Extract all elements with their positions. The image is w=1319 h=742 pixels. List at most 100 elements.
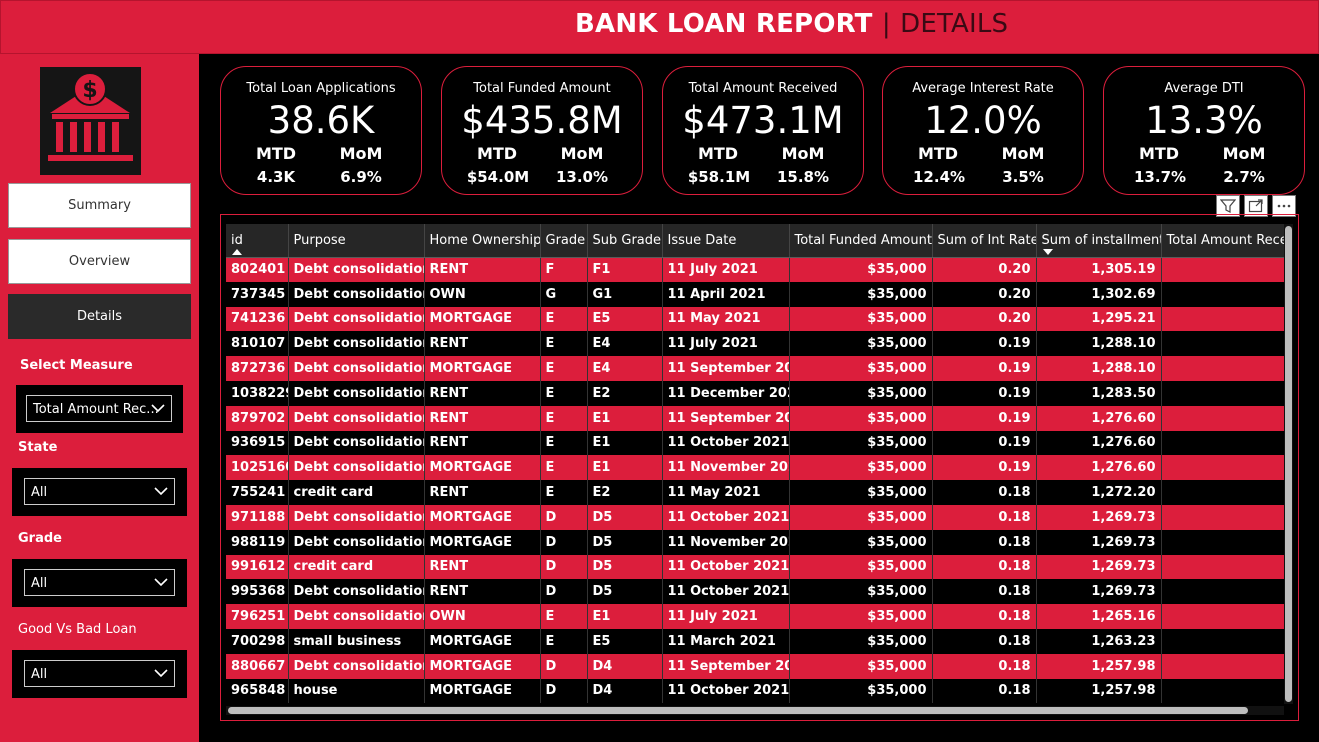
table-row[interactable]: 971188 Debt consolidation MORTGAGE D D5 11 Oc… — [226, 504, 1284, 530]
col-sum-of-int-rate-cell: 0.19 — [932, 430, 1037, 456]
select-measure-slicer: Total Amount Rec... — [16, 385, 183, 433]
kpi-mom-value: 15.8% — [776, 168, 830, 186]
col-grade-cell: E — [540, 628, 588, 654]
col-grade-cell: E — [540, 430, 588, 456]
table-row[interactable]: 810107 Debt consolidation RENT E E4 11 July 2… — [226, 331, 1284, 357]
col-purpose-cell: credit card — [288, 554, 425, 580]
col-total-amount-received-cell: $46, — [1161, 380, 1284, 406]
horizontal-scroll-thumb[interactable] — [228, 707, 1248, 714]
col-total-amount-received-cell: $6, — [1161, 281, 1284, 307]
table-row[interactable]: 880667 Debt consolidation MORTGAGE D D4 11 Se… — [226, 653, 1284, 679]
col-total-amount-received-cell: $44 — [1161, 653, 1284, 679]
col-home-ownership-header[interactable]: Home Ownership — [424, 224, 541, 258]
col-issue-date-cell: 11 May 2021 — [662, 480, 790, 505]
col-grade-cell: D — [540, 554, 588, 580]
table-row[interactable]: 700298 small business MORTGAGE E E5 11 March … — [226, 628, 1284, 654]
table-row[interactable]: 965848 house MORTGAGE D D4 11 October 2021 $35… — [226, 678, 1284, 704]
kpi-average-interest-rate: Average Interest Rate 12.0% MTD MoM 12.4… — [882, 66, 1084, 195]
col-total-funded-amount-header[interactable]: Total Funded Amount — [789, 224, 933, 258]
col-sub-grade-header[interactable]: Sub Grade — [587, 224, 663, 258]
chevron-down-icon — [154, 578, 168, 587]
col-total-funded-amount-cell: $35,000 — [789, 430, 933, 456]
column-header-label: Total Amount Rece — [1166, 232, 1285, 248]
col-sum-of-int-rate-cell: 0.18 — [932, 653, 1037, 679]
nav-overview-button[interactable]: Overview — [8, 239, 191, 284]
col-id-cell: 737345 — [226, 281, 289, 307]
table-row[interactable]: 879702 Debt consolidation RENT E E1 11 Septem… — [226, 405, 1284, 431]
table-row[interactable]: 991612 credit card RENT D D5 11 October 2021 $… — [226, 554, 1284, 580]
table-body: 802401 Debt consolidation RENT F F1 11 July 2… — [226, 257, 1284, 704]
table-row[interactable]: 755241 credit card RENT E E2 11 May 2021 $35,0… — [226, 480, 1284, 505]
chevron-down-icon — [154, 487, 168, 496]
table-row[interactable]: 796251 Debt consolidation OWN E E1 11 July 20… — [226, 604, 1284, 629]
table-row[interactable]: 872736 Debt consolidation MORTGAGE E E4 11 Se… — [226, 356, 1284, 381]
vertical-scroll-thumb[interactable] — [1285, 226, 1292, 702]
horizontal-scrollbar[interactable] — [226, 706, 1284, 715]
col-purpose-cell: Debt consolidation — [288, 529, 425, 555]
state-label: State — [18, 440, 58, 455]
col-sum-of-int-rate-cell: 0.18 — [932, 554, 1037, 580]
select-measure-dropdown[interactable]: Total Amount Rec... — [26, 395, 172, 422]
col-home-ownership-cell: RENT — [424, 480, 541, 505]
col-total-funded-amount-cell: $35,000 — [789, 604, 933, 629]
table-row[interactable]: 1038229 Debt consolidation RENT E E2 11 Decem… — [226, 380, 1284, 406]
col-issue-date-cell: 11 September 2021 — [662, 653, 790, 679]
col-total-funded-amount-cell: $35,000 — [789, 380, 933, 406]
table-row[interactable]: 995368 Debt consolidation RENT D D5 11 Octobe… — [226, 579, 1284, 605]
grade-dropdown[interactable]: All — [24, 569, 175, 596]
kpi-mom-value: 13.0% — [555, 168, 609, 186]
vertical-scrollbar[interactable] — [1284, 224, 1293, 704]
col-id-cell: 988119 — [226, 529, 289, 555]
col-id-cell: 802401 — [226, 257, 289, 282]
title-sub: DETAILS — [900, 9, 1009, 39]
table-row[interactable]: 802401 Debt consolidation RENT F F1 11 July 2… — [226, 257, 1284, 282]
col-grade-header[interactable]: Grade — [540, 224, 588, 258]
kpi-mtd-value: 12.4% — [913, 168, 966, 186]
title-main: BANK LOAN REPORT — [575, 9, 873, 39]
col-sum-of-installment-cell: 1,269.73 — [1036, 554, 1162, 580]
col-home-ownership-cell: MORTGAGE — [424, 653, 541, 679]
col-issue-date-cell: 11 October 2021 — [662, 504, 790, 530]
col-total-amount-received-header[interactable]: Total Amount Rece — [1161, 224, 1285, 258]
col-id-header[interactable]: id — [226, 224, 289, 258]
chevron-down-icon — [154, 669, 168, 678]
kpi-mom-value: 2.7% — [1223, 168, 1265, 186]
column-header-label: id — [231, 232, 243, 248]
col-grade-cell: G — [540, 281, 588, 307]
col-sub-grade-cell: E1 — [587, 604, 663, 629]
table-row[interactable]: 737345 Debt consolidation OWN G G1 11 April 2… — [226, 281, 1284, 307]
state-dropdown[interactable]: All — [24, 478, 175, 505]
col-home-ownership-cell: OWN — [424, 604, 541, 629]
col-total-funded-amount-cell: $35,000 — [789, 455, 933, 481]
col-issue-date-header[interactable]: Issue Date — [662, 224, 790, 258]
col-purpose-cell: Debt consolidation — [288, 579, 425, 605]
col-sum-of-installment-cell: 1,283.50 — [1036, 380, 1162, 406]
kpi-mtd-label: MTD — [255, 144, 297, 163]
col-issue-date-cell: 11 April 2021 — [662, 281, 790, 307]
col-total-amount-received-cell: $43, — [1161, 678, 1284, 704]
col-sum-of-installment-header[interactable]: Sum of installment — [1036, 224, 1162, 258]
bank-dollar-icon: $ — [40, 67, 141, 175]
col-home-ownership-cell: RENT — [424, 380, 541, 406]
kpi-value: 12.0% — [924, 99, 1042, 142]
table-row[interactable]: 988119 Debt consolidation MORTGAGE D D5 11 No… — [226, 529, 1284, 555]
table-row[interactable]: 1025160 Debt consolidation MORTGAGE E E1 11 N… — [226, 455, 1284, 481]
col-id-cell: 971188 — [226, 504, 289, 530]
nav-summary-button[interactable]: Summary — [8, 183, 191, 228]
col-sum-of-int-rate-header[interactable]: Sum of Int Rate — [932, 224, 1037, 258]
state-slicer: All — [12, 468, 187, 516]
col-sub-grade-cell: D4 — [587, 653, 663, 679]
table-row[interactable]: 936915 Debt consolidation RENT E E1 11 Octobe… — [226, 430, 1284, 456]
col-purpose-header[interactable]: Purpose — [288, 224, 425, 258]
nav-details-button[interactable]: Details — [8, 294, 191, 339]
good-vs-bad-loan-dropdown[interactable]: All — [24, 660, 175, 687]
col-home-ownership-cell: MORTGAGE — [424, 678, 541, 704]
col-sum-of-int-rate-cell: 0.19 — [932, 380, 1037, 406]
col-home-ownership-cell: RENT — [424, 554, 541, 580]
kpi-mom-label: MoM — [1001, 144, 1045, 163]
table-row[interactable]: 741236 Debt consolidation MORTGAGE E E5 11 Ma… — [226, 306, 1284, 332]
kpi-title: Average Interest Rate — [912, 81, 1054, 96]
kpi-total-loan-applications: Total Loan Applications 38.6K MTD MoM 4.… — [220, 66, 422, 195]
col-total-amount-received-cell: $45 — [1161, 504, 1284, 530]
kpi-mom-value: 3.5% — [1002, 168, 1044, 186]
